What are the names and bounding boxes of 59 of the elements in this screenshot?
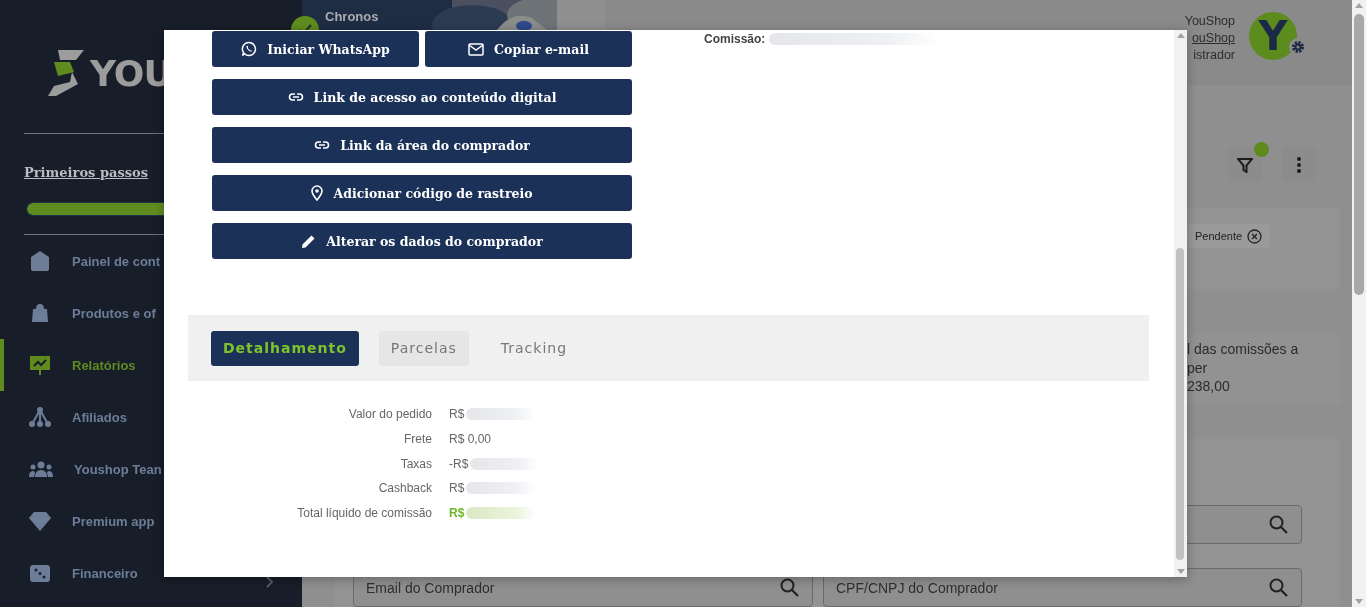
summary-text: l das comissões a — [1187, 340, 1299, 359]
search-icon — [780, 578, 799, 597]
user-role: istrador — [1193, 47, 1235, 64]
location-pin-icon — [311, 185, 324, 201]
summary-text: 238,00 — [1187, 377, 1230, 396]
detail-value: R$ — [449, 481, 465, 496]
link-icon — [314, 140, 331, 150]
network-icon — [28, 405, 52, 429]
detail-value: R$ 0,00 — [449, 432, 492, 447]
more-icon — [1297, 156, 1301, 173]
detail-label: Valor do pedido — [347, 407, 432, 422]
search-icon — [1269, 578, 1288, 597]
detail-label: Cashback — [377, 481, 432, 496]
action-button[interactable]: Iniciar WhatsApp — [212, 31, 419, 67]
tab[interactable]: Parcelas — [378, 330, 469, 366]
action-button[interactable]: Alterar os dados do comprador — [212, 223, 632, 259]
summary-text: per — [1187, 358, 1208, 378]
search-icon — [1269, 515, 1288, 534]
action-button[interactable]: Adicionar código de rastreio — [212, 175, 632, 211]
link-icon — [287, 92, 304, 102]
sidebar-item[interactable]: Afiliados — [0, 391, 302, 443]
sidebar-item[interactable]: Youshop Tean — [0, 443, 302, 495]
sidebar-item[interactable]: Financeiro — [0, 547, 302, 599]
scroll-thumb[interactable] — [1354, 14, 1364, 295]
scrollbar[interactable] — [1174, 30, 1187, 577]
presentation-board-icon — [28, 353, 52, 377]
user-link[interactable]: ouShop — [1191, 30, 1235, 47]
scroll-up-icon[interactable] — [1177, 33, 1185, 38]
mail-icon — [468, 42, 485, 56]
detail-value: -R$ — [449, 456, 469, 471]
avatar[interactable]: Y — [1249, 12, 1297, 60]
pencil-icon — [301, 233, 317, 249]
diamond-icon — [28, 509, 52, 533]
commission-label: Comissão: — [704, 32, 766, 46]
detail-label: Frete — [403, 432, 432, 447]
action-button[interactable]: Link da área do comprador — [212, 127, 632, 163]
settings-icon[interactable] — [1289, 38, 1307, 56]
scroll-down-icon[interactable] — [1355, 599, 1363, 604]
scrollbar[interactable] — [1352, 0, 1366, 607]
close-icon[interactable] — [1247, 228, 1263, 244]
tab[interactable]: Detalhamento — [211, 330, 359, 366]
house-icon — [28, 249, 52, 273]
tab[interactable]: Tracking — [488, 330, 580, 366]
scroll-thumb[interactable] — [1176, 248, 1184, 560]
detail-label: Taxas — [399, 456, 432, 471]
detail-label: Total líquido de comissão — [296, 506, 432, 521]
scroll-down-icon[interactable] — [1177, 569, 1185, 574]
whatsapp-icon — [241, 41, 258, 57]
filter-chip[interactable]: Pendente — [1187, 224, 1271, 248]
detail-value: R$ — [449, 407, 465, 422]
filter-icon — [1237, 156, 1253, 173]
detail-value: R$ — [449, 506, 465, 521]
user-name: YouShop — [1184, 13, 1235, 30]
action-button[interactable]: Link de acesso ao conteúdo digital — [212, 79, 632, 115]
logo-icon — [46, 48, 86, 98]
scroll-up-icon[interactable] — [1355, 3, 1363, 8]
onboarding-link[interactable]: Primeiros passos — [24, 165, 149, 180]
banner-title: Chronos — [325, 9, 379, 24]
action-button[interactable]: Copiar e-mail — [425, 31, 632, 67]
